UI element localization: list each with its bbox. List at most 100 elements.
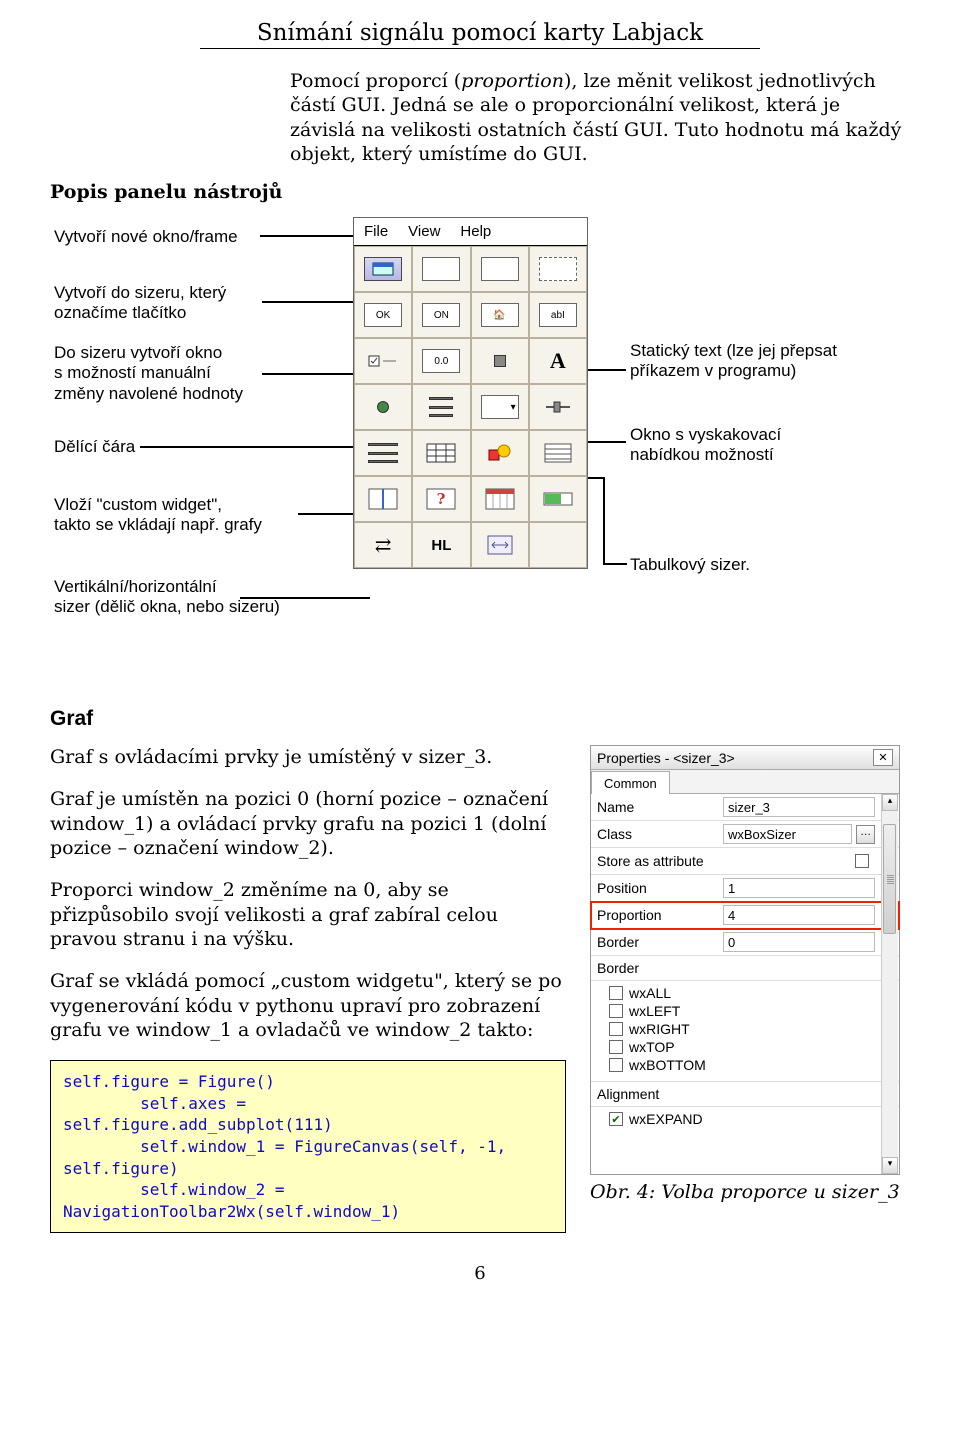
toolbar-diagram: Vytvoří nové okno/frame Vytvoří do sizer… (50, 217, 910, 677)
tool-checkbox-icon[interactable] (354, 338, 412, 384)
prop-class-row: Class … (591, 821, 899, 848)
scrollbar-up-icon[interactable]: ▴ (882, 794, 898, 811)
border-section-label: Border (591, 956, 899, 981)
ann-button-sizer: Vytvoří do sizeru, který označíme tlačít… (54, 283, 226, 324)
tool-empty2-icon[interactable] (529, 522, 587, 568)
prop-proportion-label: Proportion (597, 907, 717, 923)
graf-p1: Graf s ovládacími prvky je umístěný v si… (50, 745, 566, 769)
graf-p2: Graf je umístěn na pozici 0 (horní pozic… (50, 787, 566, 860)
prop-proportion-input[interactable] (723, 905, 875, 925)
prop-class-label: Class (597, 826, 717, 842)
tool-okbutton-icon[interactable]: OK (354, 292, 412, 338)
prop-border-row: Border ▴▾ (591, 929, 899, 956)
prop-name-row: Name ▲ (591, 794, 899, 821)
graf-p4: Graf se vkládá pomocí „custom widgetu", … (50, 969, 566, 1042)
tool-panel-icon[interactable] (471, 246, 529, 292)
alignment-section-label: Alignment (591, 1082, 899, 1107)
flag-wxall: wxALL (629, 985, 671, 1001)
tool-textctrl-icon[interactable]: abI (529, 292, 587, 338)
tool-bitmapbutton-icon[interactable]: 🏠 (471, 292, 529, 338)
ann-grid-sizer: Tabulkový sizer. (630, 555, 750, 575)
properties-panel: Properties - <sizer_3> ✕ Common Name ▲ C… (590, 745, 900, 1175)
prop-store-row: Store as attribute (591, 848, 899, 875)
ann-static-text: Statický text (lze jej přepsat příkazem … (630, 341, 837, 382)
properties-scrollbar[interactable]: ▴ ▾ (881, 794, 898, 1174)
tool-splitter-icon[interactable] (354, 476, 412, 522)
prop-border-label: Border (597, 934, 717, 950)
scrollbar-down-icon[interactable]: ▾ (882, 1157, 898, 1174)
tool-palette: File View Help OK ON 🏠 abI 0.0 A ▾ (353, 217, 588, 569)
flag-wxbottom: wxBOTTOM (629, 1057, 706, 1073)
ann-combo: Okno s vyskakovací nabídkou možností (630, 425, 781, 466)
flag-wxleft: wxLEFT (629, 1003, 680, 1019)
flag-wxright: wxRIGHT (629, 1021, 690, 1037)
tool-boxsizer-icon[interactable]: ⇄ (354, 522, 412, 568)
intro-row: Popis panelu nástrojů Pomocí proporcí (p… (50, 69, 910, 203)
code-box: self.figure = Figure() self.axes = self.… (50, 1060, 566, 1233)
figure-caption: Obr. 4: Volba proporce u sizer_3 (590, 1181, 910, 1203)
intro-p1a: Pomocí proporcí ( (290, 70, 461, 92)
tool-radiobutton-icon[interactable] (354, 384, 412, 430)
prop-store-checkbox[interactable] (855, 854, 869, 868)
intro-label-text: Popis panelu nástrojů (50, 181, 282, 203)
menu-view[interactable]: View (408, 223, 440, 240)
graf-right-column: Properties - <sizer_3> ✕ Common Name ▲ C… (590, 745, 910, 1233)
tool-togglebutton-icon[interactable]: ON (412, 292, 470, 338)
tool-spacer-icon[interactable] (471, 522, 529, 568)
prop-position-input[interactable] (723, 878, 875, 898)
flag-wxexpand-checkbox[interactable]: ✔ (609, 1112, 623, 1126)
tool-slider-icon[interactable] (529, 384, 587, 430)
flag-wxexpand: wxEXPAND (629, 1111, 703, 1127)
arrow-icon: ⇄ (375, 533, 392, 557)
page-title: Snímání signálu pomocí karty Labjack (50, 20, 910, 46)
intro-paragraph: Pomocí proporcí (proportion), lze měnit … (290, 69, 910, 203)
tool-choice-icon[interactable]: ▾ (471, 384, 529, 430)
tool-dialog-icon[interactable] (412, 246, 470, 292)
ann-divider: Dělící čára (54, 437, 135, 457)
tool-empty1-icon[interactable] (471, 338, 529, 384)
title-underline (200, 48, 760, 49)
tool-calendar-icon[interactable] (471, 476, 529, 522)
prop-store-label: Store as attribute (597, 853, 717, 869)
svg-text:?: ? (437, 490, 446, 508)
tool-listctrl-icon[interactable] (529, 430, 587, 476)
page-number: 6 (50, 1263, 910, 1284)
border-flags-list: wxALL wxLEFT wxRIGHT wxTOP wxBOTTOM (591, 981, 899, 1082)
flag-wxall-checkbox[interactable] (609, 986, 623, 1000)
tool-gauge-icon[interactable] (529, 476, 587, 522)
prop-border-input[interactable] (723, 932, 875, 952)
intro-label: Popis panelu nástrojů (50, 69, 290, 203)
properties-tabs: Common (591, 770, 899, 794)
flag-wxleft-checkbox[interactable] (609, 1004, 623, 1018)
menu-help[interactable]: Help (460, 223, 491, 240)
ann-spinctrl: Do sizeru vytvoří okno s možností manuál… (54, 343, 243, 404)
tool-shapes-icon[interactable] (471, 430, 529, 476)
tool-notebook-icon[interactable] (529, 246, 587, 292)
tab-common[interactable]: Common (591, 771, 670, 794)
graf-text-column: Graf s ovládacími prvky je umístěný v si… (50, 745, 566, 1233)
properties-title: Properties - <sizer_3> (597, 750, 735, 766)
tool-listbox-icon[interactable] (412, 384, 470, 430)
flag-wxright-checkbox[interactable] (609, 1022, 623, 1036)
close-icon[interactable]: ✕ (873, 749, 893, 766)
menu-file[interactable]: File (364, 223, 388, 240)
tool-spinctrl-icon[interactable]: 0.0 (412, 338, 470, 384)
scrollbar-thumb[interactable] (883, 824, 896, 934)
tool-grid-icon[interactable] (412, 430, 470, 476)
prop-name-input[interactable] (723, 797, 875, 817)
tool-frame-icon[interactable] (354, 246, 412, 292)
prop-position-row: Position ▴▾ (591, 875, 899, 902)
flag-wxbottom-checkbox[interactable] (609, 1058, 623, 1072)
graf-row: Graf s ovládacími prvky je umístěný v si… (50, 745, 910, 1233)
prop-position-label: Position (597, 880, 717, 896)
tool-custom-icon[interactable]: ? (412, 476, 470, 522)
tool-staticline-icon[interactable] (354, 430, 412, 476)
ellipsis-button[interactable]: … (856, 825, 875, 844)
flag-wxtop-checkbox[interactable] (609, 1040, 623, 1054)
tool-hl-icon[interactable]: HL (412, 522, 470, 568)
intro-p1-italic: proportion (461, 70, 564, 92)
tool-statictext-icon[interactable]: A (529, 338, 587, 384)
flag-wxtop: wxTOP (629, 1039, 675, 1055)
prop-class-input[interactable] (723, 824, 852, 844)
prop-name-label: Name (597, 799, 717, 815)
